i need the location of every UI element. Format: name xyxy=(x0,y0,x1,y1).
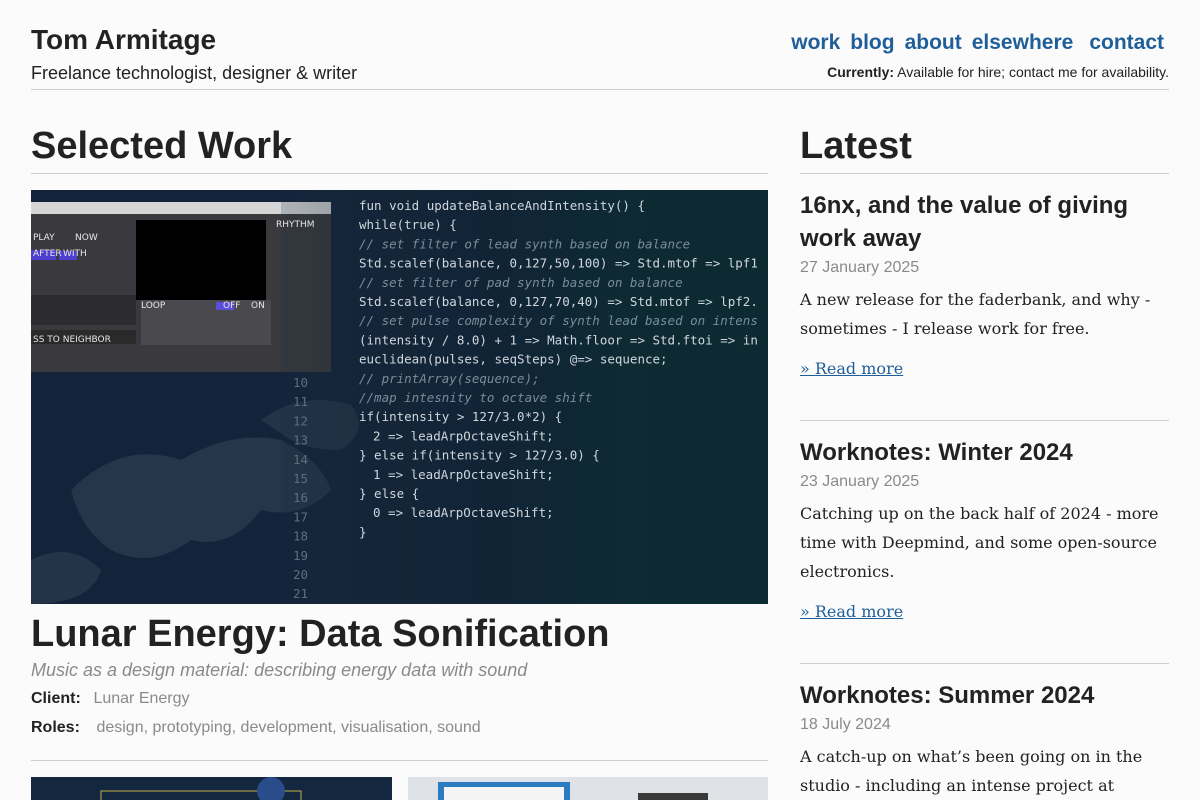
read-more-link[interactable]: » Read more xyxy=(800,602,903,621)
code-line: 2 => leadArpOctaveShift; xyxy=(373,428,554,443)
thumbnail-2-graphic xyxy=(438,782,708,800)
roles-label: Roles: xyxy=(31,719,80,736)
post-divider xyxy=(800,663,1169,664)
client-label: Client: xyxy=(31,690,81,707)
app-label: LOOP xyxy=(141,301,166,311)
app-label: AFTER xyxy=(33,249,62,259)
code-line: euclidean(pulses, seqSteps) @=> sequence… xyxy=(359,352,668,367)
code-line-number: 13 xyxy=(293,433,308,448)
code-line-number: 19 xyxy=(293,548,308,563)
app-label: NOW xyxy=(75,233,98,243)
code-line-number: 17 xyxy=(293,509,308,524)
code-line: while(true) { xyxy=(359,217,457,232)
code-line-number: 18 xyxy=(293,529,308,544)
app-label: SS TO NEIGHBOR xyxy=(33,335,111,345)
featured-work-image[interactable]: fun void updateBalanceAndIntensity() { wh… xyxy=(31,190,768,604)
nav-link-elsewhere[interactable]: elsewhere xyxy=(972,31,1074,55)
featured-work-subtitle: Music as a design material: describing e… xyxy=(31,660,528,680)
app-label: WITH xyxy=(63,249,87,259)
post-date: 18 July 2024 xyxy=(800,716,891,733)
availability-text: Available for hire; contact me for avail… xyxy=(897,64,1169,80)
code-line: } xyxy=(359,524,367,539)
latest-post: 16nx, and the value of giving work away … xyxy=(800,189,1169,379)
featured-work-title[interactable]: Lunar Energy: Data Sonification xyxy=(31,613,610,656)
code-line: // set filter of pad synth based on bala… xyxy=(359,275,683,290)
availability-label: Currently: xyxy=(827,64,895,80)
post-divider xyxy=(800,420,1169,421)
app-label: RHYTHM xyxy=(276,220,315,230)
site-tagline: Freelance technologist, designer & write… xyxy=(31,63,358,83)
site-title[interactable]: Tom Armitage xyxy=(31,24,216,56)
read-more-link[interactable]: » Read more xyxy=(800,359,903,378)
work-thumbnail-2[interactable] xyxy=(408,777,768,800)
code-line-number: 10 xyxy=(293,375,308,390)
code-line-number: 14 xyxy=(293,452,308,467)
code-line: 0 => leadArpOctaveShift; xyxy=(373,505,554,520)
code-line: Std.scalef(balance, 0,127,70,40) => Std.… xyxy=(359,294,758,309)
code-line: // set filter of lead synth based on bal… xyxy=(359,236,690,251)
featured-work-roles: Roles: design, prototyping, development,… xyxy=(31,719,481,737)
code-line: // set pulse complexity of synth lead ba… xyxy=(359,313,758,328)
code-line: if(intensity > 127/3.0*2) { xyxy=(359,409,562,424)
code-line: Std.scalef(balance, 0,127,50,100) => Std… xyxy=(359,256,758,271)
post-date: 27 January 2025 xyxy=(800,259,920,276)
code-line: } else if(intensity > 127/3.0) { xyxy=(359,448,600,463)
app-label: OFF xyxy=(223,301,240,311)
code-line: } else { xyxy=(359,486,419,501)
code-line: 1 => leadArpOctaveShift; xyxy=(373,467,554,482)
work-thumbnail-1[interactable] xyxy=(31,777,392,800)
code-line: fun void updateBalanceAndIntensity() { xyxy=(359,198,645,213)
availability-status: Currently: Available for hire; contact m… xyxy=(827,64,1169,80)
selected-work-heading: Selected Work xyxy=(31,125,293,167)
nav-link-about[interactable]: about xyxy=(905,31,962,55)
code-line-number: 16 xyxy=(293,490,308,505)
latest-post: Worknotes: Winter 2024 23 January 2025 C… xyxy=(800,436,1169,622)
code-line-number: 11 xyxy=(293,394,308,409)
post-date: 23 January 2025 xyxy=(800,473,920,490)
selected-work-divider xyxy=(31,173,768,174)
client-value: Lunar Energy xyxy=(93,690,190,707)
site-header: Tom Armitage Freelance technologist, des… xyxy=(31,0,1169,90)
code-line-number: 20 xyxy=(293,567,308,582)
latest-divider xyxy=(800,173,1169,174)
post-excerpt: Catching up on the back half of 2024 - m… xyxy=(800,504,1159,581)
post-title[interactable]: 16nx, and the value of giving work away xyxy=(800,189,1169,255)
nav-link-contact[interactable]: contact xyxy=(1089,31,1164,55)
code-line: (intensity / 8.0) + 1 => Math.floor => S… xyxy=(359,332,758,347)
nav-link-work[interactable]: work xyxy=(791,31,840,55)
code-line-number: 21 xyxy=(293,586,308,601)
post-excerpt: A new release for the faderbank, and why… xyxy=(800,290,1151,338)
featured-work-client: Client: Lunar Energy xyxy=(31,690,190,708)
code-line-number: 15 xyxy=(293,471,308,486)
post-title[interactable]: Worknotes: Summer 2024 xyxy=(800,679,1169,712)
work-divider xyxy=(31,760,768,761)
post-title[interactable]: Worknotes: Winter 2024 xyxy=(800,436,1169,469)
app-label: PLAY xyxy=(33,233,55,243)
latest-heading: Latest xyxy=(800,125,912,167)
roles-value: design, prototyping, development, visual… xyxy=(96,719,481,736)
app-label: ON xyxy=(251,301,265,311)
code-line: // printArray(sequence); xyxy=(359,371,540,386)
hero-image-graphic: fun void updateBalanceAndIntensity() { wh… xyxy=(31,190,768,604)
latest-post: Worknotes: Summer 2024 18 July 2024 A ca… xyxy=(800,679,1169,800)
code-line-number: 12 xyxy=(293,413,308,428)
code-line: //map intesnity to octave shift xyxy=(359,390,592,405)
post-excerpt: A catch-up on what’s been going on in th… xyxy=(800,747,1143,795)
main-nav: work blog about elsewhere contact xyxy=(791,31,1164,55)
thumbnail-1-graphic xyxy=(100,777,302,800)
nav-link-blog[interactable]: blog xyxy=(850,31,894,55)
